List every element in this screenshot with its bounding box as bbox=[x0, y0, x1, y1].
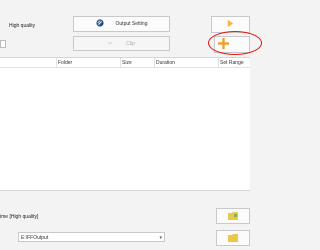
folder-icon bbox=[228, 233, 238, 244]
column-header-size[interactable]: Size bbox=[122, 60, 132, 66]
column-separator bbox=[120, 58, 121, 67]
output-setting-label: Output Setting bbox=[115, 21, 148, 27]
column-separator bbox=[154, 58, 155, 67]
left-panel-control[interactable] bbox=[0, 40, 6, 48]
open-folder-button[interactable] bbox=[216, 230, 250, 246]
column-separator bbox=[56, 58, 57, 67]
column-header-duration[interactable]: Duration bbox=[156, 60, 175, 66]
output-name-label: ime [High quality] bbox=[0, 214, 39, 220]
scissors-icon: ✂ bbox=[108, 40, 113, 47]
table-header: Folder Size Duration Set Range bbox=[0, 58, 250, 68]
folder-icon bbox=[228, 211, 238, 222]
chevron-down-icon: ▾ bbox=[159, 235, 162, 241]
column-header-folder[interactable]: Folder bbox=[58, 60, 72, 66]
output-folder-value: E:\FFOutput bbox=[21, 235, 49, 241]
file-list-table[interactable]: Folder Size Duration Set Range bbox=[0, 57, 250, 191]
arrow-icon bbox=[226, 19, 235, 30]
output-folder-select[interactable]: E:\FFOutput ▾ bbox=[18, 232, 165, 242]
output-setting-button[interactable]: Output Setting bbox=[73, 16, 170, 32]
column-separator bbox=[218, 58, 219, 67]
ffmpeg-logo-icon bbox=[95, 19, 104, 29]
clip-button[interactable]: ✂ Clip bbox=[73, 36, 170, 51]
clip-label: Clip bbox=[126, 40, 135, 47]
output-name-button[interactable] bbox=[216, 208, 250, 224]
quality-label: High quality bbox=[9, 23, 36, 29]
highlight-annotation bbox=[208, 31, 262, 55]
column-header-set-range[interactable]: Set Range bbox=[220, 60, 244, 66]
